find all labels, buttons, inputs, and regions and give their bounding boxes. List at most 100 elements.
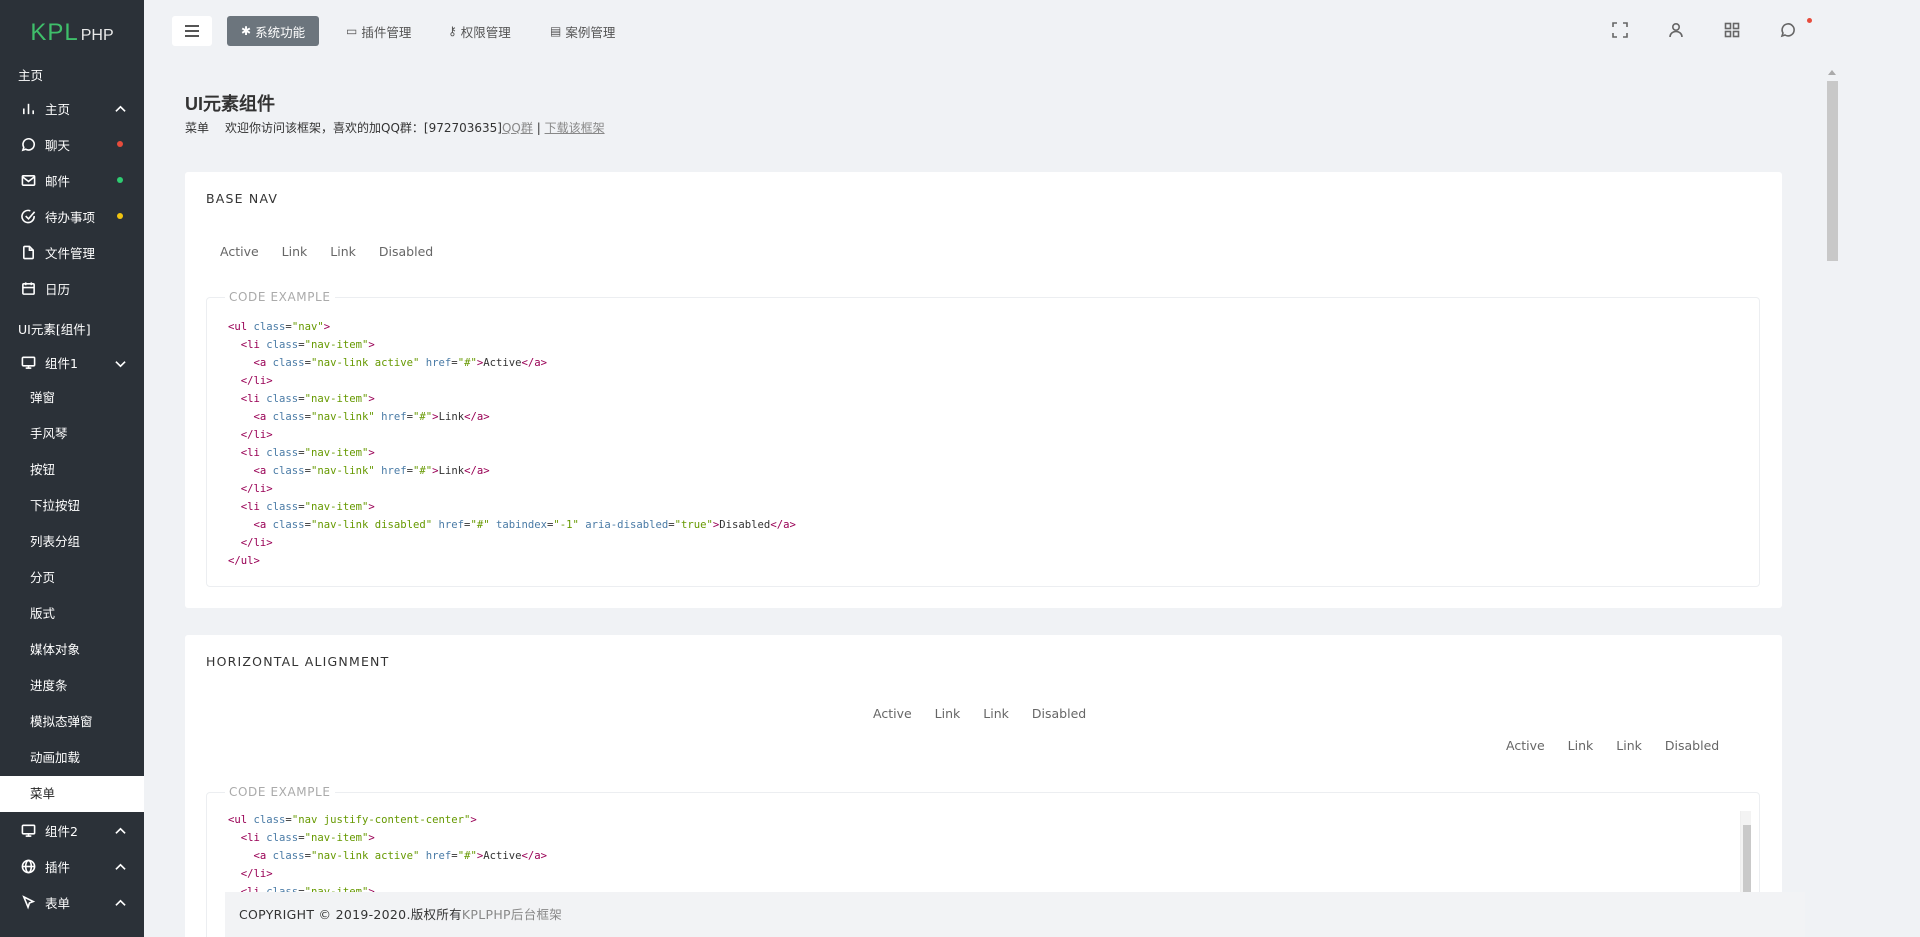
pointer-icon bbox=[20, 894, 36, 910]
file-icon bbox=[20, 244, 36, 260]
sidebar-subitem[interactable]: 列表分组 bbox=[0, 524, 144, 560]
nav-link[interactable]: Link bbox=[983, 706, 1009, 721]
bar-chart-icon bbox=[20, 100, 36, 116]
sidebar-item-label: 组件2 bbox=[45, 823, 78, 839]
sidebar-subitem[interactable]: 下拉按钮 bbox=[0, 488, 144, 524]
page-scrollbar-thumb[interactable] bbox=[1827, 81, 1838, 261]
monitor-icon bbox=[20, 822, 36, 838]
sidebar-item-forms[interactable]: 表单 bbox=[0, 884, 144, 920]
topnav-label: 权限管理 bbox=[460, 24, 511, 40]
key-icon: ⚷ bbox=[448, 24, 457, 38]
sidebar-item-label: 组件1 bbox=[45, 355, 78, 371]
nav-link-disabled: Disabled bbox=[1664, 738, 1720, 753]
sidebar-item-label: 表单 bbox=[45, 895, 71, 911]
sidebar-item-home[interactable]: 主页 bbox=[0, 90, 144, 126]
page-title: UI元素组件 bbox=[185, 94, 275, 114]
sidebar-item-label: 插件 bbox=[45, 859, 71, 875]
sidebar-subitem-active[interactable]: 菜单 bbox=[0, 776, 144, 812]
document-icon: ▤ bbox=[550, 24, 562, 38]
sidebar-item-label: 文件管理 bbox=[45, 245, 96, 261]
nav-link-active[interactable]: Active bbox=[1506, 738, 1545, 753]
chevron-up-icon bbox=[115, 897, 126, 908]
topnav-permissions[interactable]: ⚷ 权限管理 bbox=[448, 16, 511, 46]
gear-icon: ✱ bbox=[241, 24, 252, 38]
sidebar-item-plugins[interactable]: 插件 bbox=[0, 848, 144, 884]
nav-link[interactable]: Link bbox=[282, 244, 308, 259]
nav-link-disabled: Disabled bbox=[1031, 706, 1087, 721]
sidebar-item-mail[interactable]: 邮件 bbox=[0, 162, 144, 198]
sidebar-item-chat[interactable]: 聊天 bbox=[0, 126, 144, 162]
sidebar-item-group2[interactable]: 组件2 bbox=[0, 812, 144, 848]
logo[interactable]: KPL PHP bbox=[0, 0, 144, 66]
sidebar-item-todo[interactable]: 待办事项 bbox=[0, 198, 144, 234]
sidebar-item-label: 主页 bbox=[45, 101, 71, 117]
download-link[interactable]: 下载该框架 bbox=[545, 121, 605, 135]
card-title: HORIZONTAL ALIGNMENT bbox=[206, 654, 390, 669]
sidebar-section-ui: UI元素[组件] bbox=[18, 322, 91, 337]
card-title: BASE NAV bbox=[206, 191, 279, 206]
code-scrollbar-thumb[interactable] bbox=[1743, 825, 1751, 895]
demo-nav-center: Active Link Link Disabled bbox=[873, 706, 1109, 721]
sidebar-item-label: 日历 bbox=[45, 281, 71, 297]
sidebar-subitem[interactable]: 手风琴 bbox=[0, 416, 144, 452]
user-icon[interactable] bbox=[1668, 22, 1686, 40]
topnav-cases[interactable]: ▤ 案例管理 bbox=[550, 16, 615, 46]
notification-dot bbox=[1807, 18, 1812, 23]
topnav-label: 案例管理 bbox=[565, 24, 616, 40]
sidebar-item-files[interactable]: 文件管理 bbox=[0, 234, 144, 270]
nav-link[interactable]: Link bbox=[1616, 738, 1642, 753]
fullscreen-icon[interactable] bbox=[1612, 22, 1630, 40]
grid-icon[interactable] bbox=[1724, 22, 1742, 40]
menu-toggle-button[interactable] bbox=[172, 16, 212, 46]
demo-nav-right: Active Link Link Disabled bbox=[1506, 738, 1719, 753]
nav-link-active[interactable]: Active bbox=[873, 706, 912, 721]
qq-group-link[interactable]: QQ群 bbox=[502, 121, 533, 135]
hamburger-icon bbox=[185, 25, 199, 37]
sidebar-item-label: 邮件 bbox=[45, 173, 71, 189]
breadcrumb-sep: | bbox=[532, 121, 545, 135]
nav-link[interactable]: Link bbox=[330, 244, 356, 259]
breadcrumb-current: 菜单 bbox=[185, 121, 210, 135]
code-block: <ul class="nav justify-content-center"> … bbox=[228, 814, 548, 898]
breadcrumb: 菜单 欢迎你访问该框架，喜欢的加QQ群：[972703635]QQ群 | 下载该框… bbox=[185, 119, 605, 136]
page-scrollbar[interactable] bbox=[1826, 70, 1838, 261]
topnav-label: 插件管理 bbox=[361, 24, 412, 40]
topnav-label: 系统功能 bbox=[255, 24, 306, 40]
logo-sub: PHP bbox=[80, 27, 114, 44]
globe-icon bbox=[20, 858, 36, 874]
monitor-icon bbox=[20, 354, 36, 370]
sidebar-subitem[interactable]: 分页 bbox=[0, 560, 144, 596]
topnav-system[interactable]: ✱ 系统功能 bbox=[227, 16, 320, 46]
status-dot bbox=[117, 213, 123, 219]
sidebar-subitem[interactable]: 进度条 bbox=[0, 668, 144, 704]
sidebar-subitem[interactable]: 版式 bbox=[0, 596, 144, 632]
sidebar-subitem[interactable]: 按钮 bbox=[0, 452, 144, 488]
nav-link-disabled: Disabled bbox=[378, 244, 434, 259]
main-content: UI元素组件 菜单 欢迎你访问该框架，喜欢的加QQ群：[972703635]QQ群… bbox=[144, 62, 1820, 937]
nav-link[interactable]: Link bbox=[1568, 738, 1594, 753]
scroll-up-arrow-icon[interactable] bbox=[1828, 70, 1836, 75]
demo-nav: Active Link Link Disabled bbox=[220, 244, 456, 259]
sidebar-item-calendar[interactable]: 日历 bbox=[0, 270, 144, 306]
status-dot bbox=[117, 177, 123, 183]
sidebar-subitem[interactable]: 媒体对象 bbox=[0, 632, 144, 668]
chevron-down-icon bbox=[115, 357, 126, 368]
sidebar-subitem[interactable]: 模拟态弹窗 bbox=[0, 704, 144, 740]
chevron-up-icon bbox=[115, 825, 126, 836]
nav-link-active[interactable]: Active bbox=[220, 244, 259, 259]
sidebar: KPL PHP 主页 主页 聊天 邮件 待办事项 文件管理 日历 UI元素[组件]… bbox=[0, 0, 144, 937]
sidebar-subitem[interactable]: 动画加载 bbox=[0, 740, 144, 776]
sidebar-item-group1[interactable]: 组件1 bbox=[0, 344, 144, 380]
topnav-plugins[interactable]: ▭ 插件管理 bbox=[346, 16, 411, 46]
sidebar-item-label: 待办事项 bbox=[45, 209, 96, 225]
card-base-nav: BASE NAV Active Link Link Disabled CODE … bbox=[185, 172, 1782, 608]
breadcrumb-text: 欢迎你访问该框架，喜欢的加QQ群：[972703635] bbox=[225, 121, 502, 135]
footer-brand[interactable]: KPLPHP后台框架 bbox=[462, 907, 562, 922]
check-circle-icon bbox=[20, 208, 36, 224]
nav-link[interactable]: Link bbox=[935, 706, 961, 721]
chat-icon[interactable] bbox=[1780, 22, 1798, 40]
sidebar-item-label: 聊天 bbox=[45, 137, 71, 153]
sidebar-subitem[interactable]: 弹窗 bbox=[0, 380, 144, 416]
status-dot bbox=[117, 141, 123, 147]
chevron-up-icon bbox=[115, 103, 126, 114]
